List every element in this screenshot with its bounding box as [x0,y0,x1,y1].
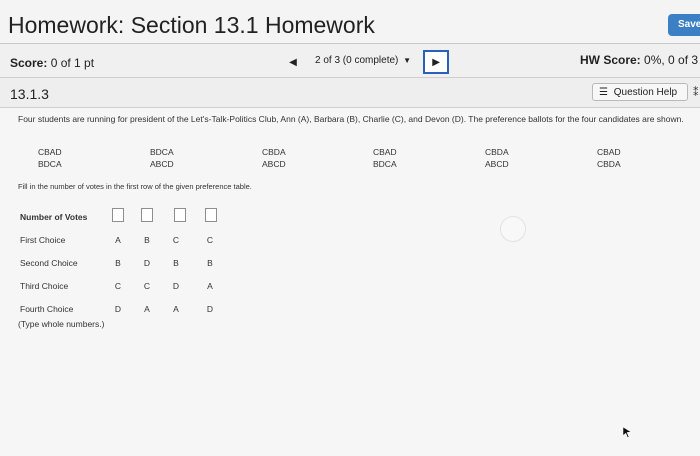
ballot-top: CBAD [373,147,397,157]
ballot: CBDA ABCD [262,146,286,170]
question-select[interactable]: 2 of 3 (0 complete) ▼ [309,51,417,73]
problem-intro: Four students are running for president … [18,114,684,124]
ballot: BDCA ABCD [150,146,174,170]
table-cell: B [173,258,179,268]
next-question-button[interactable]: ▶ [423,50,450,74]
chevron-left-icon: ◀ [289,56,297,68]
ballot-bottom: BDCA [373,159,397,169]
vote-input-1[interactable] [112,208,124,222]
question-status: 2 of 3 (0 complete) [315,55,399,66]
ballot: CBAD CBDA [597,146,621,170]
table-cell: B [144,235,150,245]
ballot-top: CBDA [485,147,509,157]
table-cell: C [172,235,180,245]
mouse-cursor-icon [622,426,632,438]
ballot-top: CBAD [597,147,621,157]
ballot-top: BDCA [150,147,174,157]
ballot: CBAD BDCA [373,146,397,170]
ballot-bottom: CBDA [597,159,621,169]
table-cell: D [172,281,180,291]
table-cell: D [206,304,214,314]
score-label: Score: [10,56,48,70]
table-cell: B [115,258,121,268]
type-note: (Type whole numbers.) [18,319,105,329]
votes-row-label: Number of Votes [20,212,88,222]
vote-input-4[interactable] [205,208,217,222]
table-cell: C [206,235,214,245]
more-icon[interactable]: ⁑ [693,86,699,99]
ballot-bottom: BDCA [38,159,62,169]
question-navigator: ◀ 2 of 3 (0 complete) ▼ ▶ [283,50,450,74]
ballot-top: CBAD [38,147,62,157]
homework-page: Homework: Section 13.1 Homework Save Sco… [0,0,700,456]
question-number: 13.1.3 [10,86,49,102]
title-bar: Homework: Section 13.1 Homework Save [0,0,700,44]
chevron-down-icon: ▼ [403,56,412,65]
problem-instruction: Fill in the number of votes in the first… [18,182,252,191]
hw-score-label: HW Score: [580,53,641,67]
hw-score: HW Score: 0%, 0 of 3 p [580,53,700,67]
ballot-bottom: ABCD [485,159,509,169]
table-cell: A [173,304,179,314]
score-bar: Score: 0 of 1 pt ◀ 2 of 3 (0 complete) ▼… [0,44,700,78]
table-cell: A [144,304,150,314]
question-content: Four students are running for president … [0,108,700,456]
score-value: 0 of 1 pt [50,56,95,70]
table-cell: C [143,281,151,291]
ballot-list: CBAD BDCA BDCA ABCD CBDA ABCD CBAD BDCA … [0,146,700,176]
previous-question-button[interactable]: ◀ [283,51,303,73]
score-display: Score: 0 of 1 pt [10,56,94,70]
question-help-button[interactable]: ☰ Question Help ⁑ [592,83,699,101]
table-cell: A [115,235,121,245]
ballot-bottom: ABCD [150,159,174,169]
fourth-choice-label: Fourth Choice [20,304,74,314]
table-cell: C [114,281,122,291]
list-icon: ☰ [599,87,608,98]
ballot-bottom: ABCD [262,159,286,169]
ballot: CBDA ABCD [485,146,509,170]
third-choice-label: Third Choice [20,281,69,291]
question-help-label: Question Help [613,87,678,98]
table-cell: D [114,304,122,314]
hw-score-value: 0%, 0 of 3 p [644,53,700,67]
second-choice-label: Second Choice [20,258,78,268]
first-choice-label: First Choice [20,235,66,245]
save-button[interactable]: Save [668,14,700,36]
question-bar: 13.1.3 ☰ Question Help ⁑ [0,78,700,108]
chevron-right-icon: ▶ [432,56,440,68]
table-cell: D [143,258,151,268]
ballot: CBAD BDCA [38,146,62,170]
vote-input-2[interactable] [141,208,153,222]
homework-title: Homework: Section 13.1 Homework [8,12,375,38]
glare-circle [500,216,526,242]
vote-input-3[interactable] [174,208,186,222]
table-cell: A [207,281,213,291]
table-cell: B [207,258,213,268]
ballot-top: CBDA [262,147,286,157]
